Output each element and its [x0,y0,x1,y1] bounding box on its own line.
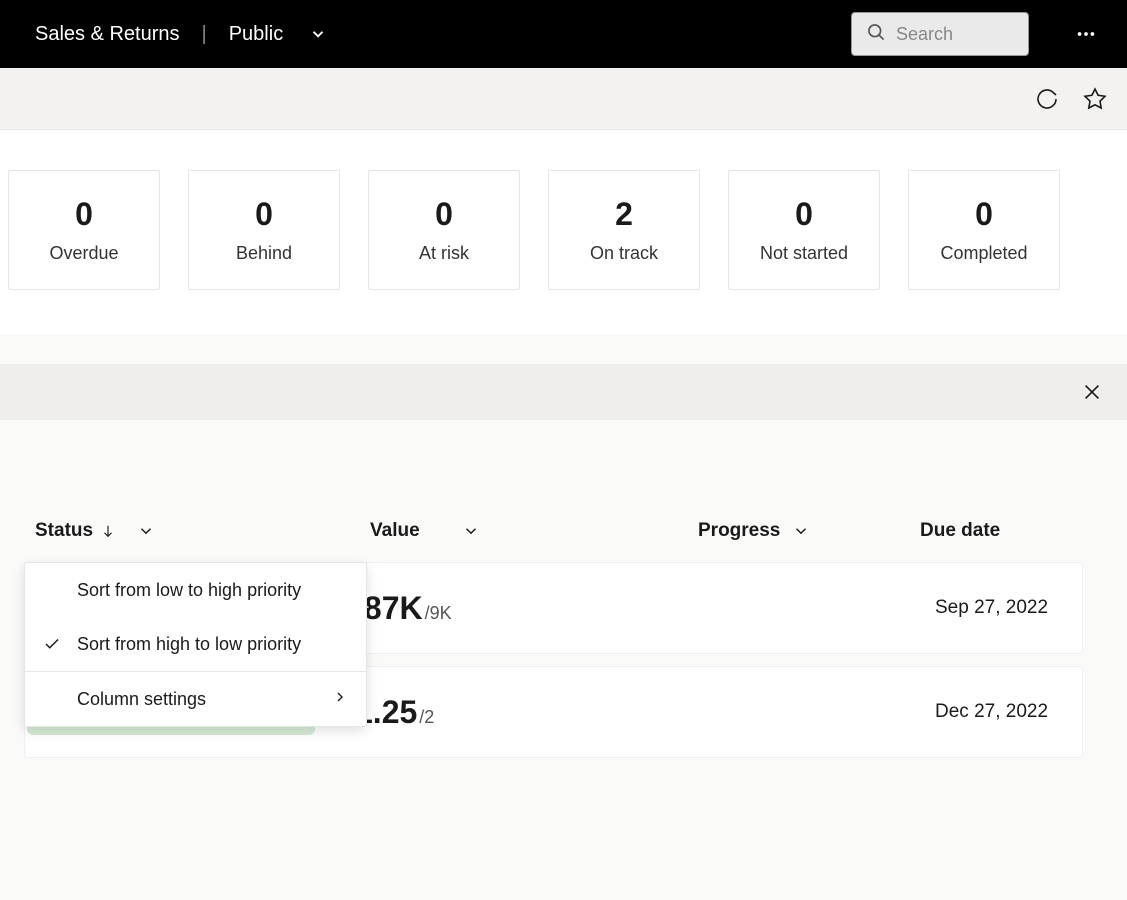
top-header: Sales & Returns | Public [0,0,1127,68]
status-column-menu: Sort from low to high priority Sort from… [24,562,367,727]
kpi-card-overdue[interactable]: 0 Overdue [8,170,160,290]
row-duedate-cell: Dec 27, 2022 [885,701,1082,723]
kpi-label: Behind [236,243,292,264]
goals-table: Status Value Progress Due date [0,420,1127,758]
kpi-label: On track [590,243,658,264]
menu-item-label: Column settings [77,689,206,710]
column-header-label: Due date [920,520,1000,541]
more-options-button[interactable] [1075,23,1097,45]
chevron-right-icon [332,689,348,710]
menu-item-sort-high-low[interactable]: Sort from high to low priority [25,617,366,671]
kpi-card-not-started[interactable]: 0 Not started [728,170,880,290]
menu-item-label: Sort from low to high priority [77,580,301,601]
search-input[interactable] [896,24,1014,45]
kpi-value: 0 [255,196,273,233]
refresh-button[interactable] [1035,87,1059,111]
column-header-status[interactable]: Status [0,520,290,542]
kpi-card-on-track[interactable]: 2 On track [548,170,700,290]
kpi-card-at-risk[interactable]: 0 At risk [368,170,520,290]
kpi-value: 0 [75,196,93,233]
column-header-label: Progress [698,520,780,542]
column-header-due-date[interactable]: Due date [860,520,1127,542]
kpi-section: 0 Overdue 0 Behind 0 At risk 2 On track … [0,130,1127,334]
search-icon [866,22,886,47]
kpi-label: Completed [940,243,1027,264]
chevron-down-icon[interactable] [792,522,810,540]
close-button[interactable] [1081,381,1103,403]
kpi-value: 0 [975,196,993,233]
sort-arrow-down-icon [101,523,115,539]
kpi-label: Not started [760,243,848,264]
menu-item-sort-low-high[interactable]: Sort from low to high priority [25,563,366,617]
chevron-down-icon[interactable] [462,522,480,540]
menu-item-label: Sort from high to low priority [77,634,301,655]
favorite-button[interactable] [1083,87,1107,111]
header-divider: | [202,23,207,46]
workspace-title: Sales & Returns [35,23,180,46]
kpi-card-completed[interactable]: 0 Completed [908,170,1060,290]
value-sub: /2 [419,707,434,728]
kpi-value: 2 [615,196,633,233]
column-header-label: Status [35,520,93,542]
check-icon [43,635,63,653]
value-sub: /9K [425,603,452,624]
search-box[interactable] [851,12,1029,56]
column-header-progress[interactable]: Progress [600,520,860,542]
chevron-down-icon[interactable] [137,522,155,540]
kpi-value: 0 [795,196,813,233]
visibility-dropdown[interactable]: Public [229,23,283,46]
chevron-down-icon[interactable] [309,25,327,43]
row-duedate-cell: Sep 27, 2022 [885,597,1082,619]
kpi-label: Overdue [49,243,118,264]
table-header-row: Status Value Progress Due date [0,420,1127,562]
kpi-label: At risk [419,243,469,264]
secondary-toolbar [0,68,1127,130]
column-header-value[interactable]: Value [290,520,600,542]
visibility-label: Public [229,23,283,45]
panel-header-bar [0,364,1127,420]
menu-item-column-settings[interactable]: Column settings [25,672,366,726]
kpi-value: 0 [435,196,453,233]
column-header-label: Value [370,520,420,542]
kpi-card-behind[interactable]: 0 Behind [188,170,340,290]
